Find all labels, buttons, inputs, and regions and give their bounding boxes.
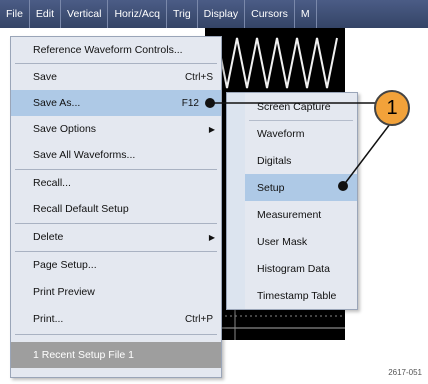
shortcut-label: F12 (181, 97, 199, 109)
menu-item-save-all-waveforms[interactable]: Save All Waveforms... (11, 142, 221, 168)
file-menu: Reference Waveform Controls... Save Ctrl… (10, 36, 222, 378)
menu-vertical[interactable]: Vertical (61, 0, 109, 28)
menu-item-label: Recall... (33, 177, 71, 189)
menu-display[interactable]: Display (198, 0, 246, 28)
menu-trig[interactable]: Trig (167, 0, 198, 28)
menu-item-recall-default-setup[interactable]: Recall Default Setup (11, 196, 221, 222)
menu-horiz-acq[interactable]: Horiz/Acq (108, 0, 167, 28)
menu-item-recent-setup-file[interactable]: 1 Recent Setup File 1 (11, 342, 221, 368)
menu-item-save-as[interactable]: Save As... F12 (11, 90, 221, 116)
menu-separator (15, 334, 217, 335)
submenu-item-user-mask[interactable]: User Mask (245, 228, 357, 255)
menu-item-label: Print Preview (33, 286, 95, 298)
submenu-item-digitals[interactable]: Digitals (245, 147, 357, 174)
menu-item-page-setup[interactable]: Page Setup... (11, 252, 221, 278)
submenu-item-timestamp-table[interactable]: Timestamp Table (245, 282, 357, 309)
menu-item-label: Save (33, 71, 57, 83)
menu-item-label: Save All Waveforms... (33, 149, 136, 161)
figure-id: 2617-051 (388, 368, 422, 377)
menu-item-label: Save As... (33, 97, 81, 109)
menu-item-delete[interactable]: Delete ▶ (11, 224, 221, 250)
submenu-arrow-icon: ▶ (208, 124, 215, 134)
menu-bar: File Edit Vertical Horiz/Acq Trig Displa… (0, 0, 428, 28)
step-callout-badge: 1 (374, 90, 410, 126)
submenu-item-histogram-data[interactable]: Histogram Data (245, 255, 357, 282)
submenu-arrow-icon: ▶ (208, 232, 215, 242)
menu-item-label: Page Setup... (33, 259, 97, 271)
submenu-icon-column (227, 93, 245, 309)
menu-item-label: Recall Default Setup (33, 203, 129, 215)
menu-item-label: Reference Waveform Controls... (33, 44, 183, 56)
submenu-item-measurement[interactable]: Measurement (245, 201, 357, 228)
menu-cursors[interactable]: Cursors (245, 0, 295, 28)
menu-file[interactable]: File (0, 0, 30, 28)
save-as-submenu: Screen Capture Waveform Digitals Setup M… (226, 92, 358, 310)
submenu-item-setup[interactable]: Setup (245, 174, 357, 201)
submenu-item-screen-capture[interactable]: Screen Capture (245, 93, 357, 120)
menu-item-label: 1 Recent Setup File 1 (33, 349, 134, 361)
shortcut-label: Ctrl+S (184, 71, 213, 83)
menu-item-save-options[interactable]: Save Options ▶ (11, 116, 221, 142)
menu-item-recall[interactable]: Recall... (11, 170, 221, 196)
menu-item-print[interactable]: Print... Ctrl+P (11, 306, 221, 332)
menu-item-label: Print... (33, 313, 64, 325)
menu-item-save[interactable]: Save Ctrl+S (11, 64, 221, 90)
menu-edit[interactable]: Edit (30, 0, 62, 28)
menu-item-label: Save Options (33, 123, 97, 135)
menu-more[interactable]: M (295, 0, 317, 28)
submenu-item-waveform[interactable]: Waveform (245, 120, 357, 147)
menu-item-label: Delete (33, 231, 64, 243)
menu-item-print-preview[interactable]: Print Preview (11, 279, 221, 305)
menu-item-reference-waveform-controls[interactable]: Reference Waveform Controls... (11, 37, 221, 63)
shortcut-label: Ctrl+P (184, 313, 213, 325)
